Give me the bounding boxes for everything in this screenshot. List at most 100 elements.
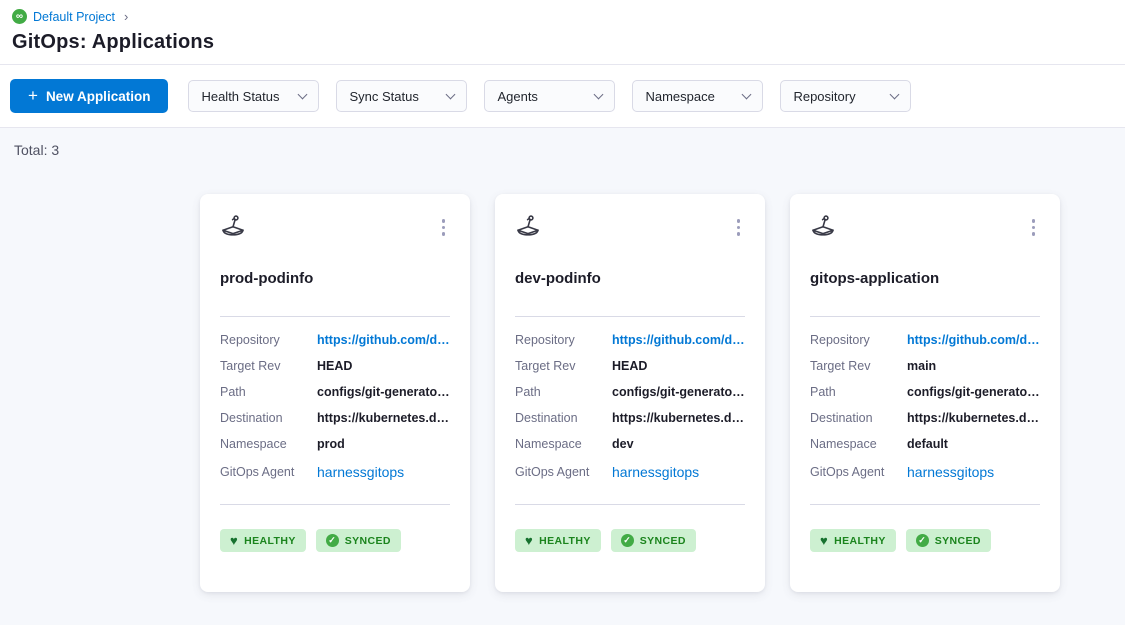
toolbar: + New Application Health Status Sync Sta… — [0, 64, 1125, 128]
gitops-agent-link[interactable]: harnessgitops — [317, 464, 404, 480]
chevron-down-icon — [742, 89, 752, 99]
status-badges: ♥ HEALTHY ✓ SYNCED — [220, 529, 450, 552]
agents-filter-label: Agents — [497, 89, 537, 104]
destination-value: https://kubernetes.d… — [612, 411, 744, 425]
card-fields: Repository https://github.com/d… Target … — [810, 327, 1040, 486]
destination-label: Destination — [515, 411, 612, 425]
gitops-app-icon — [810, 214, 836, 240]
page-title: GitOps: Applications — [12, 31, 1111, 54]
gitops-agent-label: GitOps Agent — [515, 465, 612, 479]
heart-icon: ♥ — [230, 534, 238, 547]
card-fields: Repository https://github.com/d… Target … — [220, 327, 450, 486]
target-rev-label: Target Rev — [515, 359, 612, 373]
chevron-down-icon — [298, 89, 308, 99]
path-label: Path — [515, 385, 612, 399]
destination-row: Destination https://kubernetes.d… — [515, 405, 745, 431]
breadcrumb: ∞ Default Project › — [12, 9, 1111, 24]
namespace-filter-label: Namespace — [645, 89, 714, 104]
path-row: Path configs/git-generato… — [515, 379, 745, 405]
repository-filter[interactable]: Repository — [780, 80, 911, 112]
applications-list-area: Total: 3 prod-podinfo — [0, 128, 1125, 625]
health-status-filter[interactable]: Health Status — [188, 80, 319, 112]
heart-icon: ♥ — [525, 534, 533, 547]
divider — [810, 504, 1040, 505]
divider — [515, 316, 745, 317]
card-menu-button[interactable] — [733, 214, 745, 241]
new-application-button[interactable]: + New Application — [10, 79, 168, 113]
project-icon: ∞ — [12, 9, 27, 24]
health-status-filter-label: Health Status — [201, 89, 279, 104]
gitops-agent-label: GitOps Agent — [220, 465, 317, 479]
gitops-app-icon — [220, 214, 246, 240]
repository-row: Repository https://github.com/d… — [810, 327, 1040, 353]
check-circle-icon: ✓ — [326, 534, 339, 547]
path-row: Path configs/git-generato… — [220, 379, 450, 405]
target-rev-value: HEAD — [612, 359, 647, 373]
check-circle-icon: ✓ — [916, 534, 929, 547]
application-card[interactable]: prod-podinfo Repository https://github.c… — [200, 194, 470, 592]
destination-label: Destination — [810, 411, 907, 425]
destination-value: https://kubernetes.d… — [907, 411, 1039, 425]
namespace-value: dev — [612, 437, 634, 451]
target-rev-label: Target Rev — [810, 359, 907, 373]
application-name: gitops-application — [810, 270, 1040, 287]
divider — [220, 504, 450, 505]
sync-status-label: SYNCED — [345, 535, 391, 547]
application-cards: prod-podinfo Repository https://github.c… — [200, 194, 1111, 592]
breadcrumb-chevron-icon: › — [124, 9, 128, 24]
application-name: dev-podinfo — [515, 270, 745, 287]
agents-filter[interactable]: Agents — [484, 80, 615, 112]
namespace-label: Namespace — [515, 437, 612, 451]
divider — [220, 316, 450, 317]
namespace-label: Namespace — [810, 437, 907, 451]
repository-link[interactable]: https://github.com/d… — [317, 333, 450, 347]
heart-icon: ♥ — [820, 534, 828, 547]
health-status-label: HEALTHY — [539, 535, 591, 547]
breadcrumb-project-link[interactable]: Default Project — [33, 10, 115, 24]
chevron-down-icon — [594, 89, 604, 99]
destination-label: Destination — [220, 411, 317, 425]
sync-status-filter-label: Sync Status — [349, 89, 418, 104]
new-application-label: New Application — [46, 89, 151, 104]
destination-value: https://kubernetes.d… — [317, 411, 449, 425]
path-label: Path — [220, 385, 317, 399]
path-label: Path — [810, 385, 907, 399]
namespace-filter[interactable]: Namespace — [632, 80, 763, 112]
namespace-row: Namespace dev — [515, 431, 745, 457]
health-status-badge: ♥ HEALTHY — [810, 529, 896, 552]
destination-row: Destination https://kubernetes.d… — [810, 405, 1040, 431]
application-card[interactable]: dev-podinfo Repository https://github.co… — [495, 194, 765, 592]
health-status-label: HEALTHY — [244, 535, 296, 547]
total-count: Total: 3 — [14, 142, 1111, 158]
gitops-app-icon — [515, 214, 541, 240]
sync-status-label: SYNCED — [640, 535, 686, 547]
repository-link[interactable]: https://github.com/d… — [907, 333, 1040, 347]
namespace-value: prod — [317, 437, 345, 451]
gitops-agent-row: GitOps Agent harnessgitops — [515, 458, 745, 486]
chevron-down-icon — [890, 89, 900, 99]
application-card[interactable]: gitops-application Repository https://gi… — [790, 194, 1060, 592]
namespace-label: Namespace — [220, 437, 317, 451]
gitops-agent-link[interactable]: harnessgitops — [612, 464, 699, 480]
card-header — [810, 214, 1040, 241]
repository-filter-label: Repository — [793, 89, 855, 104]
sync-status-badge: ✓ SYNCED — [316, 529, 401, 552]
sync-status-filter[interactable]: Sync Status — [336, 80, 467, 112]
target-rev-value: main — [907, 359, 936, 373]
repository-label: Repository — [515, 333, 612, 347]
repository-row: Repository https://github.com/d… — [515, 327, 745, 353]
path-value: configs/git-generato… — [907, 385, 1040, 399]
repository-link[interactable]: https://github.com/d… — [612, 333, 745, 347]
repository-label: Repository — [810, 333, 907, 347]
target-rev-row: Target Rev HEAD — [220, 353, 450, 379]
card-menu-button[interactable] — [438, 214, 450, 241]
gitops-agent-link[interactable]: harnessgitops — [907, 464, 994, 480]
gitops-agent-row: GitOps Agent harnessgitops — [220, 458, 450, 486]
target-rev-row: Target Rev HEAD — [515, 353, 745, 379]
card-menu-button[interactable] — [1028, 214, 1040, 241]
check-circle-icon: ✓ — [621, 534, 634, 547]
status-badges: ♥ HEALTHY ✓ SYNCED — [810, 529, 1040, 552]
namespace-value: default — [907, 437, 948, 451]
health-status-label: HEALTHY — [834, 535, 886, 547]
repository-row: Repository https://github.com/d… — [220, 327, 450, 353]
